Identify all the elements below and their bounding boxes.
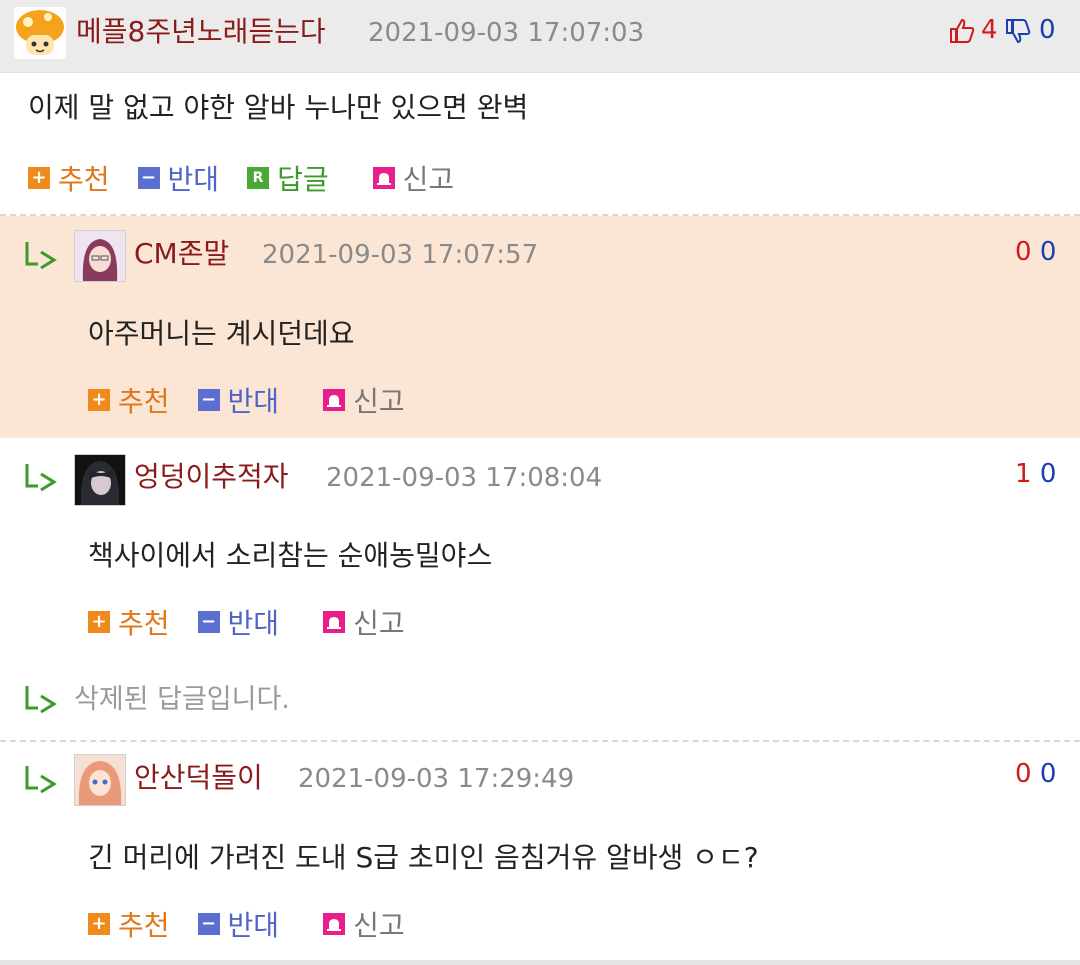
recommend-button[interactable]: + 추천	[28, 158, 110, 198]
comment-header: 메플8주년노래듣는다 2021-09-03 17:07:03 4 0	[0, 0, 1080, 73]
oppose-label: 반대	[167, 163, 220, 196]
report-button[interactable]: 신고	[323, 602, 405, 642]
report-button[interactable]: 신고	[323, 904, 405, 944]
reply-arrow-icon	[24, 684, 60, 718]
reply-votes: 1 0	[1015, 456, 1056, 492]
avatar[interactable]	[74, 754, 126, 806]
oppose-label: 반대	[227, 385, 280, 418]
report-label: 신고	[353, 385, 405, 418]
comment-nickname[interactable]: 메플8주년노래듣는다	[76, 14, 326, 50]
reply-actions: + 추천 − 반대 신고	[88, 602, 433, 642]
report-button[interactable]: 신고	[372, 158, 455, 198]
recommend-button[interactable]: + 추천	[88, 602, 170, 642]
recommend-label: 추천	[118, 607, 170, 640]
reply-label: 답글	[277, 163, 329, 196]
comment-text: 이제 말 없고 야한 알바 누나만 있으면 완벽	[28, 91, 529, 124]
minus-icon: −	[197, 913, 220, 935]
recommend-label: 추천	[118, 909, 170, 942]
thumbs-up-icon[interactable]	[948, 17, 976, 49]
oppose-button[interactable]: − 반대	[197, 904, 280, 944]
oppose-button[interactable]: − 반대	[197, 380, 280, 420]
comment-actions: + 추천 − 반대 R 답글 신고	[28, 158, 482, 198]
report-label: 신고	[353, 607, 405, 640]
reply-down-count: 0	[1039, 759, 1057, 789]
avatar[interactable]	[74, 230, 126, 282]
reply-arrow-icon	[24, 462, 60, 496]
oppose-button[interactable]: − 반대	[137, 158, 220, 198]
siren-icon	[323, 611, 346, 633]
reply-down-count: 0	[1039, 237, 1057, 267]
thumbs-down-icon[interactable]	[1004, 17, 1032, 49]
recommend-label: 추천	[118, 385, 170, 418]
recommend-button[interactable]: + 추천	[88, 904, 170, 944]
siren-icon	[323, 913, 346, 935]
oppose-label: 반대	[227, 909, 280, 942]
reply-arrow-icon	[24, 764, 60, 798]
plus-icon: +	[88, 913, 110, 935]
avatar[interactable]	[74, 454, 126, 506]
recommend-label: 추천	[58, 163, 110, 196]
reply-nickname[interactable]: 안산덕돌이	[134, 760, 263, 796]
minus-icon: −	[137, 167, 160, 189]
siren-icon	[372, 167, 395, 189]
plus-icon: +	[88, 611, 110, 633]
report-label: 신고	[353, 909, 405, 942]
oppose-label: 반대	[227, 607, 280, 640]
report-button[interactable]: 신고	[323, 380, 405, 420]
mushroom-avatar-icon[interactable]	[14, 7, 66, 59]
comment-date: 2021-09-03 17:07:03	[368, 18, 645, 48]
reply-text: 긴 머리에 가려진 도내 S급 초미인 음침거유 알바생 ㅇㄷ?	[88, 841, 759, 874]
reply-date: 2021-09-03 17:08:04	[326, 463, 603, 493]
minus-icon: −	[197, 611, 220, 633]
reply-actions: + 추천 − 반대 신고	[88, 380, 433, 420]
siren-icon	[323, 389, 346, 411]
up-count: 4	[981, 15, 998, 45]
bottom-divider	[0, 960, 1080, 965]
down-count: 0	[1039, 15, 1056, 45]
reply-badge-icon: R	[247, 167, 270, 189]
reply-arrow-icon	[24, 240, 60, 274]
reply-actions: + 추천 − 반대 신고	[88, 904, 433, 944]
recommend-button[interactable]: + 추천	[88, 380, 170, 420]
deleted-reply: 삭제된 답글입니다.	[0, 660, 1080, 740]
deleted-text: 삭제된 답글입니다.	[74, 684, 290, 715]
plus-icon: +	[28, 167, 50, 189]
oppose-button[interactable]: − 반대	[197, 602, 280, 642]
reply-item: CM존말 2021-09-03 17:07:57 0 0 아주머니는 계시던데요…	[0, 216, 1080, 438]
reply-up-count: 1	[1015, 459, 1032, 489]
report-label: 신고	[402, 163, 455, 196]
reply-down-count: 0	[1039, 459, 1057, 489]
minus-icon: −	[197, 389, 220, 411]
reply-date: 2021-09-03 17:29:49	[298, 764, 575, 794]
reply-votes: 0 0	[1015, 234, 1056, 270]
reply-date: 2021-09-03 17:07:57	[262, 240, 539, 270]
reply-up-count: 0	[1015, 759, 1032, 789]
plus-icon: +	[88, 389, 110, 411]
reply-button[interactable]: R 답글	[247, 158, 329, 198]
reply-up-count: 0	[1015, 237, 1032, 267]
reply-nickname[interactable]: CM존말	[134, 236, 229, 272]
reply-text: 책사이에서 소리참는 순애농밀야스	[88, 539, 493, 572]
reply-item: 안산덕돌이 2021-09-03 17:29:49 0 0 긴 머리에 가려진 …	[0, 742, 1080, 960]
reply-votes: 0 0	[1015, 756, 1056, 792]
reply-nickname[interactable]: 엉덩이추적자	[134, 459, 289, 495]
reply-item: 엉덩이추적자 2021-09-03 17:08:04 1 0 책사이에서 소리참…	[0, 438, 1080, 660]
reply-text: 아주머니는 계시던데요	[88, 317, 355, 350]
